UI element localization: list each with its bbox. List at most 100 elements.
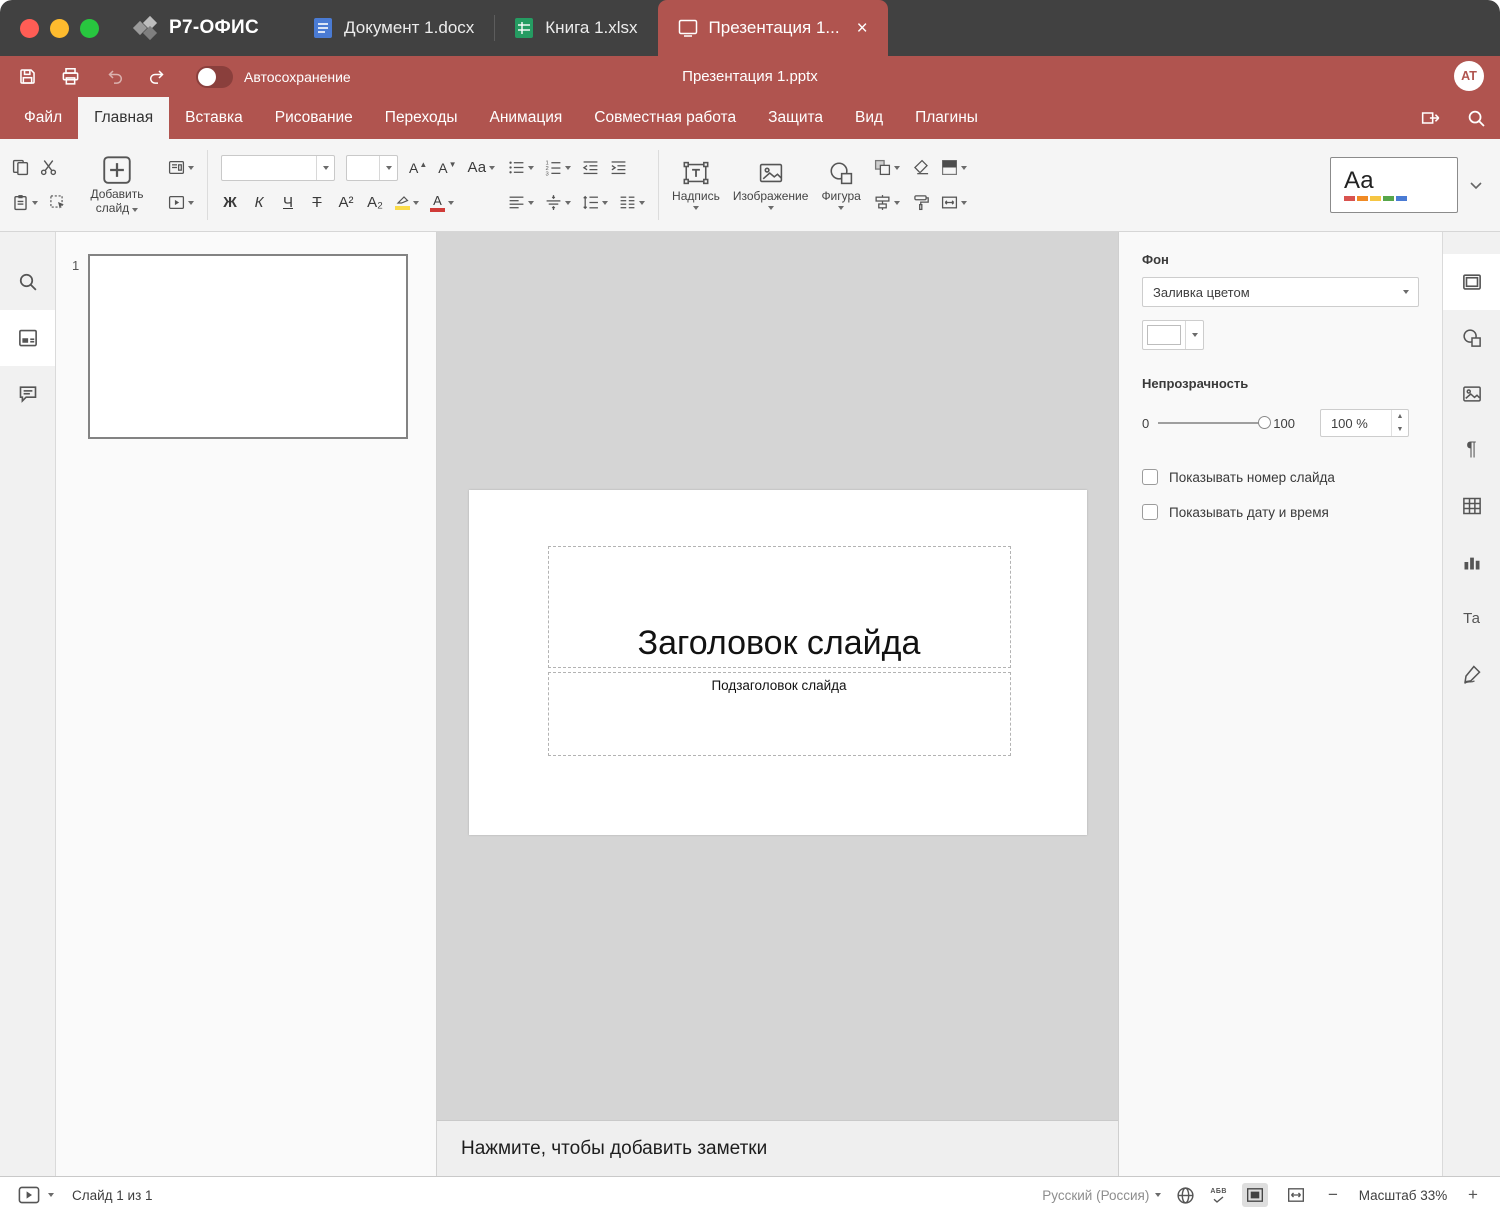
find-panel-button[interactable]	[0, 254, 55, 310]
zoom-out-icon[interactable]: −	[1324, 1185, 1342, 1205]
slide-thumbnail[interactable]	[88, 254, 408, 439]
menu-animation[interactable]: Анимация	[474, 97, 579, 139]
align-caret	[528, 200, 535, 205]
highlight-color-button[interactable]	[395, 195, 419, 210]
fit-width-button[interactable]	[1283, 1183, 1309, 1207]
background-color-picker[interactable]	[1142, 320, 1204, 350]
spin-down-icon[interactable]: ▼	[1392, 423, 1408, 436]
increase-indent-icon[interactable]	[610, 159, 627, 176]
slideshow-mode-caret[interactable]	[48, 1193, 54, 1197]
font-size-combobox[interactable]	[346, 154, 398, 181]
paragraph-settings-button[interactable]: ¶	[1443, 422, 1500, 478]
textart-settings-button[interactable]: Та	[1443, 590, 1500, 646]
fit-slide-button[interactable]	[1242, 1183, 1268, 1207]
decrease-font-size-button[interactable]: А ▼	[438, 160, 456, 176]
start-slideshow-icon[interactable]	[18, 1186, 40, 1204]
vertical-align-button[interactable]	[545, 194, 572, 211]
image-settings-button[interactable]	[1443, 366, 1500, 422]
decrease-indent-icon[interactable]	[582, 159, 599, 176]
menu-protection[interactable]: Защита	[752, 97, 839, 139]
user-avatar[interactable]: AT	[1454, 61, 1484, 91]
slide-canvas[interactable]: Заголовок слайда Подзаголовок слайда	[468, 490, 1087, 835]
bold-button[interactable]: Ж	[221, 194, 239, 211]
align-shapes-button[interactable]	[874, 194, 900, 211]
font-family-combobox[interactable]	[221, 154, 335, 181]
underline-button[interactable]: Ч	[279, 194, 297, 211]
signature-settings-button[interactable]	[1443, 646, 1500, 702]
title-placeholder[interactable]: Заголовок слайда	[547, 546, 1011, 668]
save-icon[interactable]	[18, 67, 37, 86]
subtitle-placeholder[interactable]: Подзаголовок слайда	[547, 672, 1011, 756]
show-slide-number-checkbox[interactable]	[1142, 469, 1158, 485]
select-icon[interactable]	[49, 194, 66, 211]
superscript-button[interactable]: А²	[337, 194, 355, 211]
slides-panel-button[interactable]	[0, 310, 55, 366]
autosave-toggle[interactable]	[196, 65, 233, 88]
redo-icon[interactable]	[148, 68, 168, 86]
menu-transitions[interactable]: Переходы	[369, 97, 474, 139]
menu-collaboration[interactable]: Совместная работа	[578, 97, 752, 139]
share-icon[interactable]	[1421, 109, 1441, 127]
slide-settings-button[interactable]	[1443, 254, 1500, 310]
bullets-button[interactable]	[508, 159, 535, 176]
change-case-button[interactable]: Аа	[468, 159, 496, 176]
font-color-button[interactable]: А	[430, 194, 454, 212]
language-selector[interactable]: Русский (Россия)	[1042, 1188, 1162, 1203]
theme-gallery-expand-icon[interactable]	[1468, 177, 1484, 193]
horizontal-align-button[interactable]	[508, 194, 535, 211]
image-button[interactable]: Изображение	[733, 160, 808, 210]
close-window-button[interactable]	[20, 18, 39, 38]
menu-home[interactable]: Главная	[78, 97, 170, 139]
shape-button[interactable]: Фигура	[821, 160, 861, 210]
numbered-list-button[interactable]: 123	[545, 159, 572, 176]
opacity-spinbox[interactable]: 100 % ▲ ▼	[1319, 409, 1409, 437]
menu-file[interactable]: Файл	[8, 97, 78, 139]
textbox-button[interactable]: Надпись	[672, 160, 720, 210]
increase-font-size-button[interactable]: А ▲	[409, 160, 427, 176]
maximize-window-button[interactable]	[80, 18, 99, 38]
columns-button[interactable]	[619, 194, 646, 211]
undo-icon[interactable]	[104, 68, 124, 86]
subscript-button[interactable]: А₂	[366, 194, 384, 211]
line-spacing-button[interactable]	[582, 194, 609, 211]
copy-icon[interactable]	[12, 159, 29, 176]
background-fill-select[interactable]: Заливка цветом	[1142, 277, 1419, 307]
comments-panel-button[interactable]	[0, 366, 55, 422]
spellcheck-button[interactable]: АБВ	[1210, 1188, 1227, 1203]
tab-presentation-active[interactable]: Презентация 1... ×	[657, 0, 888, 56]
paste-button[interactable]	[12, 194, 38, 211]
spin-up-icon[interactable]: ▲	[1392, 410, 1408, 423]
print-icon[interactable]	[61, 67, 80, 86]
slide-preview-button[interactable]	[168, 194, 194, 211]
color-picker-caret-zone[interactable]	[1185, 321, 1203, 349]
menu-insert[interactable]: Вставка	[169, 97, 259, 139]
tab-document[interactable]: Документ 1.docx	[293, 0, 494, 56]
tab-spreadsheet[interactable]: Книга 1.xlsx	[494, 0, 657, 56]
strikethrough-button[interactable]: Т	[308, 194, 326, 211]
zoom-in-icon[interactable]: +	[1464, 1185, 1482, 1205]
menu-view[interactable]: Вид	[839, 97, 899, 139]
theme-preview-tile[interactable]: Аа	[1330, 157, 1458, 213]
menu-draw[interactable]: Рисование	[259, 97, 369, 139]
opacity-slider-knob[interactable]	[1258, 416, 1272, 429]
slide-layout-button[interactable]	[168, 159, 194, 176]
color-scheme-button[interactable]	[941, 159, 967, 176]
add-slide-button[interactable]: Добавить слайд	[79, 155, 155, 216]
arrange-shapes-button[interactable]	[874, 159, 900, 176]
globe-icon[interactable]	[1176, 1186, 1195, 1205]
search-icon[interactable]	[1467, 109, 1486, 128]
italic-button[interactable]: К	[250, 194, 268, 211]
notes-area[interactable]: Нажмите, чтобы добавить заметки	[437, 1120, 1118, 1176]
minimize-window-button[interactable]	[50, 18, 69, 38]
menu-plugins[interactable]: Плагины	[899, 97, 994, 139]
table-settings-button[interactable]	[1443, 478, 1500, 534]
show-date-time-checkbox[interactable]	[1142, 504, 1158, 520]
eraser-icon[interactable]	[913, 159, 930, 176]
cut-icon[interactable]	[40, 159, 57, 176]
slide-size-button[interactable]	[941, 194, 967, 211]
shape-settings-button[interactable]	[1443, 310, 1500, 366]
paint-roller-icon[interactable]	[913, 194, 930, 211]
opacity-slider[interactable]	[1158, 416, 1272, 429]
close-tab-icon[interactable]: ×	[857, 19, 868, 38]
chart-settings-button[interactable]	[1443, 534, 1500, 590]
